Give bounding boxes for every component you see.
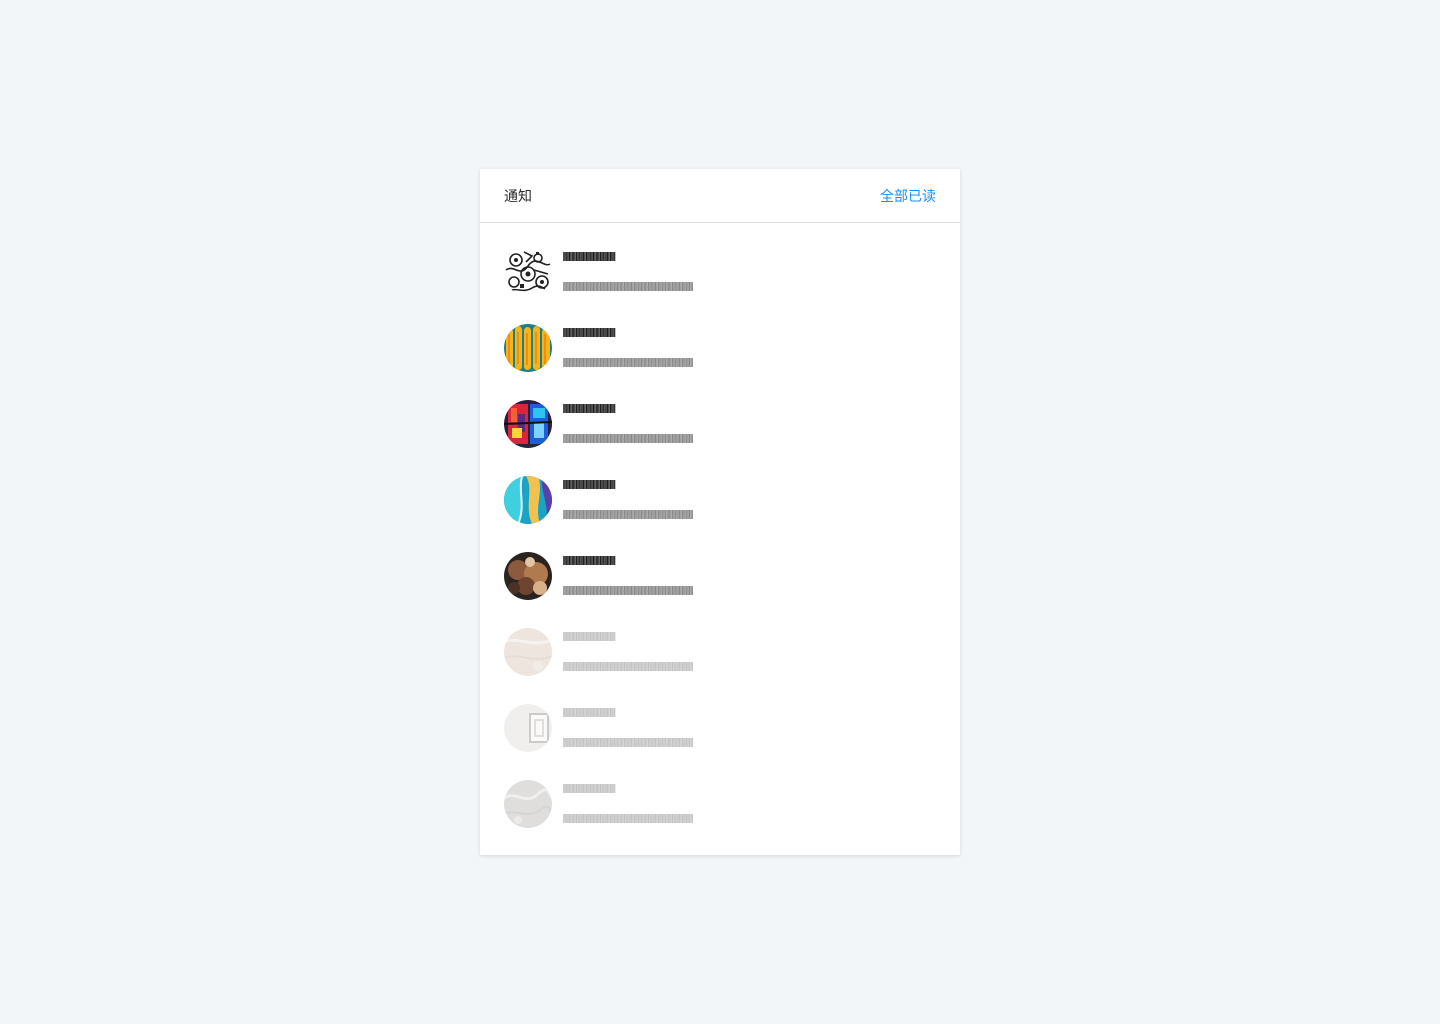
notification-item[interactable]: IIIIIIIIIIIIIIIIIIIIIIIIIIIIIIIIIIIII II… [480, 628, 960, 704]
notification-title: IIIIIIIIIIIIIIIIIIIIIIIIIIIIIIIIIIIII [562, 402, 616, 416]
notification-item[interactable]: IIIIIIIIIIIIIIIIIIIIIIIIIIIIIIIIIIIII II… [480, 552, 960, 628]
notification-title: IIIIIIIIIIIIIIIIIIIIIIIIIIIIIIIIIIIII [562, 630, 616, 644]
avatar [504, 552, 552, 600]
notification-title: IIIIIIIIIIIIIIIIIIIIIIIIIIIIIIIIIIIII [562, 554, 616, 568]
notification-title: IIIIIIIIIIIIIIIIIIIIIIIIIIIIIIIIIIIII [562, 706, 616, 720]
notification-title: IIIIIIIIIIIIIIIIIIIIIIIIIIIIIIIIIIIII [562, 326, 616, 340]
avatar [504, 476, 552, 524]
notification-item[interactable]: IIIIIIIIIIIIIIIIIIIIIIIIIIIIIIIIIIIII II… [480, 400, 960, 476]
notification-item[interactable]: IIIIIIIIIIIIIIIIIIIIIIIIIIIIIIIIIIIII II… [480, 780, 960, 856]
avatar [504, 704, 552, 752]
notification-description: IIIIIIIIIIIIIIIIIIIIIIIIIIIIIIIIIIIIIIII… [562, 280, 694, 294]
mark-all-read-button[interactable]: 全部已读 [880, 186, 936, 206]
notification-panel: 通知 全部已读 IIIIIIIIIIIIIIIIIIIIIIIIIIIIIIII… [480, 169, 960, 855]
notification-description: IIIIIIIIIIIIIIIIIIIIIIIIIIIIIIIIIIIIIIII… [562, 812, 694, 826]
notification-description: IIIIIIIIIIIIIIIIIIIIIIIIIIIIIIIIIIIIIIII… [562, 660, 694, 674]
avatar [504, 628, 552, 676]
notification-description: IIIIIIIIIIIIIIIIIIIIIIIIIIIIIIIIIIIIIIII… [562, 508, 694, 522]
notification-item[interactable]: IIIIIIIIIIIIIIIIIIIIIIIIIIIIIIIIIIIII II… [480, 476, 960, 552]
avatar [504, 780, 552, 828]
notification-description: IIIIIIIIIIIIIIIIIIIIIIIIIIIIIIIIIIIIIIII… [562, 432, 694, 446]
avatar [504, 324, 552, 372]
notification-title: IIIIIIIIIIIIIIIIIIIIIIIIIIIIIIIIIIIII [562, 782, 616, 796]
notification-header: 通知 全部已读 [480, 169, 960, 223]
notification-item[interactable]: IIIIIIIIIIIIIIIIIIIIIIIIIIIIIIIIIIIII II… [480, 248, 960, 324]
notification-description: IIIIIIIIIIIIIIIIIIIIIIIIIIIIIIIIIIIIIIII… [562, 736, 694, 750]
avatar [504, 400, 552, 448]
avatar [504, 248, 552, 296]
notification-description: IIIIIIIIIIIIIIIIIIIIIIIIIIIIIIIIIIIIIIII… [562, 356, 694, 370]
notification-item[interactable]: IIIIIIIIIIIIIIIIIIIIIIIIIIIIIIIIIIIII II… [480, 324, 960, 400]
notification-description: IIIIIIIIIIIIIIIIIIIIIIIIIIIIIIIIIIIIIIII… [562, 584, 694, 598]
panel-title: 通知 [504, 187, 532, 204]
notification-list: IIIIIIIIIIIIIIIIIIIIIIIIIIIIIIIIIIIII II… [480, 223, 960, 856]
notification-title: IIIIIIIIIIIIIIIIIIIIIIIIIIIIIIIIIIIII [562, 478, 616, 492]
notification-title: IIIIIIIIIIIIIIIIIIIIIIIIIIIIIIIIIIIII [562, 250, 616, 264]
notification-item[interactable]: IIIIIIIIIIIIIIIIIIIIIIIIIIIIIIIIIIIII II… [480, 704, 960, 780]
